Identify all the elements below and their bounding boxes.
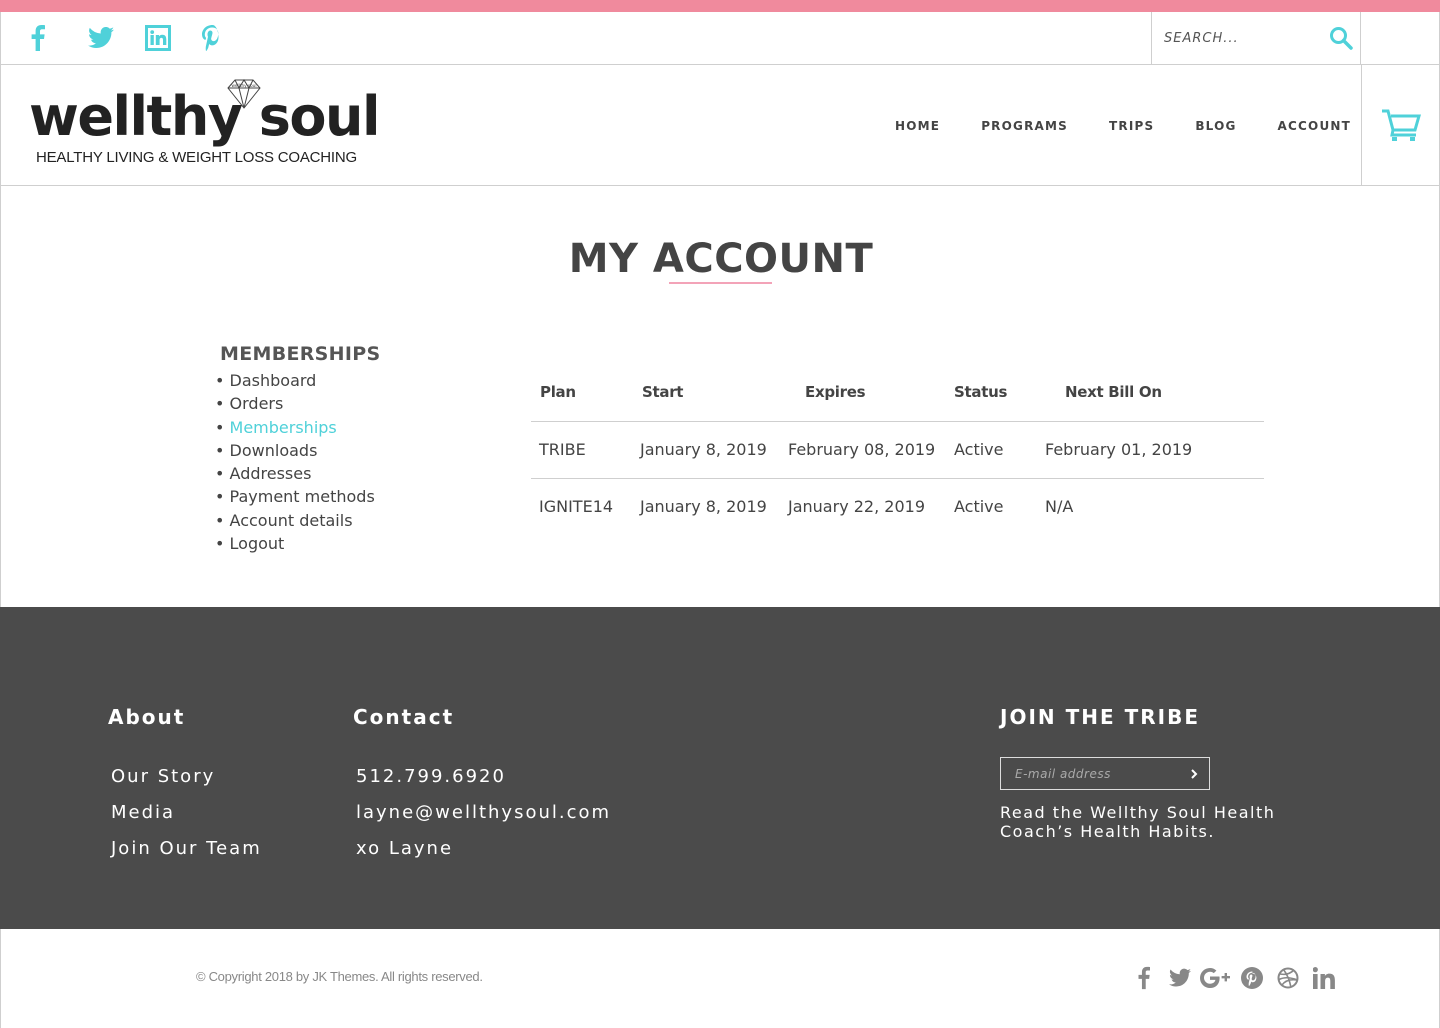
footer-link-our-story[interactable]: Our Story [111,766,215,787]
cart-button[interactable] [1361,65,1440,185]
memberships-table: Plan Start Expires Status Next Bill On T… [531,364,1264,535]
google-plus-icon[interactable] [1198,964,1234,992]
account-nav-payment-methods[interactable]: Payment methods [230,487,375,506]
newsletter-email-input[interactable] [1001,758,1181,789]
cell-status: Active [954,497,1004,517]
col-expires: Expires [780,364,946,422]
col-start: Start [632,364,780,422]
footer-link-media[interactable]: Media [111,802,175,823]
col-next-bill: Next Bill On [1037,364,1264,422]
account-nav-dashboard[interactable]: Dashboard [230,371,317,390]
search-input[interactable] [1152,12,1322,64]
cell-plan[interactable]: TRIBE [531,421,632,479]
footer-contact-heading: Contact [353,705,455,729]
nav-programs[interactable]: PROGRAMS [981,119,1068,133]
footer-link-join-our-team[interactable]: Join Our Team [111,838,262,859]
footer-email-link[interactable]: layne@wellthysoul.com [356,802,611,823]
top-accent-bar [0,0,1440,12]
twitter-icon[interactable] [1162,964,1198,992]
main-nav: HOME PROGRAMS TRIPS BLOG ACCOUNT [895,119,1351,133]
logo-tagline: HEALTHY LIVING & WEIGHT LOSS COACHING [36,149,358,166]
search-box [1151,12,1361,64]
footer-phone[interactable]: 512.799.6920 [356,766,506,787]
logo-wordmark: wellthy soul [29,85,380,148]
facebook-icon[interactable] [1126,964,1162,992]
title-underline [669,282,772,284]
linkedin-icon[interactable] [145,22,202,54]
cell-next-bill: February 01, 2019 [1037,421,1264,479]
newsletter-heading: JOIN THE TRIBE [1000,705,1200,729]
newsletter-form [1000,757,1210,790]
footer-contact: Contact 512.799.6920 layne@wellthysoul.c… [353,705,611,867]
cell-start: January 8, 2019 [632,421,780,479]
footer-social-links [1126,964,1342,992]
cell-start: January 8, 2019 [640,497,767,517]
account-navigation: MEMBERSHIPS • Dashboard • Orders • Membe… [215,343,380,555]
cart-icon [1382,109,1421,141]
account-nav-orders[interactable]: Orders [230,394,284,413]
site-footer: About Our Story Media Join Our Team Cont… [0,607,1440,929]
page-title: MY ACCOUNT [568,236,874,282]
footer-newsletter: JOIN THE TRIBE Read the Wellthy Soul Hea… [1000,705,1274,841]
chevron-right-icon[interactable] [1187,766,1201,782]
cell-expires: February 08, 2019 [780,421,946,479]
logo-badge-text: wellthy soul [232,83,257,88]
account-nav-addresses[interactable]: Addresses [230,464,312,483]
account-nav-item: • Dashboard [215,371,317,390]
cell-plan[interactable]: IGNITE14 [531,478,632,535]
cell-status: Active [946,421,1037,479]
col-status: Status [946,364,1037,422]
footer-about-heading: About [108,705,186,729]
copyright-text: © Copyright 2018 by JK Themes. All right… [196,969,483,984]
newsletter-note: Read the Wellthy Soul Health Coach’s Hea… [1000,803,1276,841]
account-nav-item: • Payment methods [215,487,375,507]
nav-home[interactable]: HOME [895,119,940,133]
bottom-bar: © Copyright 2018 by JK Themes. All right… [0,929,1440,1028]
account-nav-item: • Logout [215,534,285,554]
pinterest-icon[interactable] [202,22,259,54]
account-nav-item: • Account details [215,510,353,530]
nav-trips[interactable]: TRIPS [1109,119,1154,133]
account-nav-logout[interactable]: Logout [230,534,285,553]
search-icon[interactable] [1326,24,1356,52]
diamond-icon: wellthy soul [227,79,261,109]
social-links [31,22,259,54]
site-header: wellthy soul wellthy soul HEALTHY LIVING… [0,65,1440,186]
dribbble-icon[interactable] [1270,964,1306,992]
account-nav-account-details[interactable]: Account details [230,511,353,530]
account-nav-heading: MEMBERSHIPS [220,343,381,365]
account-nav-item: • Memberships [215,417,337,437]
account-nav-downloads[interactable]: Downloads [230,441,318,460]
facebook-icon[interactable] [31,22,88,54]
utility-bar [0,12,1440,65]
account-nav-memberships[interactable]: Memberships [230,418,337,437]
footer-about: About Our Story Media Join Our Team [108,705,262,867]
table-row: IGNITE14 January 8, 2019 January 22, 201… [531,478,1264,535]
twitter-icon[interactable] [88,22,145,54]
nav-account[interactable]: ACCOUNT [1278,119,1351,133]
pinterest-icon[interactable] [1234,964,1270,992]
linkedin-icon[interactable] [1306,964,1342,992]
col-plan: Plan [531,364,632,422]
account-nav-item: • Downloads [215,440,318,460]
table-row: TRIBE January 8, 2019 February 08, 2019 … [531,421,1264,479]
account-nav-item: • Orders [215,394,284,414]
site-logo[interactable]: wellthy soul wellthy soul HEALTHY LIVING… [29,79,380,169]
account-main: MY ACCOUNT MEMBERSHIPS • Dashboard • Ord… [0,186,1440,607]
nav-blog[interactable]: BLOG [1195,119,1236,133]
cell-next-bill: N/A [1045,497,1074,517]
table-header-row: Plan Start Expires Status Next Bill On [531,364,1264,422]
footer-signoff: xo Layne [356,838,454,859]
account-nav-item: • Addresses [215,464,312,484]
cell-expires: January 22, 2019 [788,497,925,517]
